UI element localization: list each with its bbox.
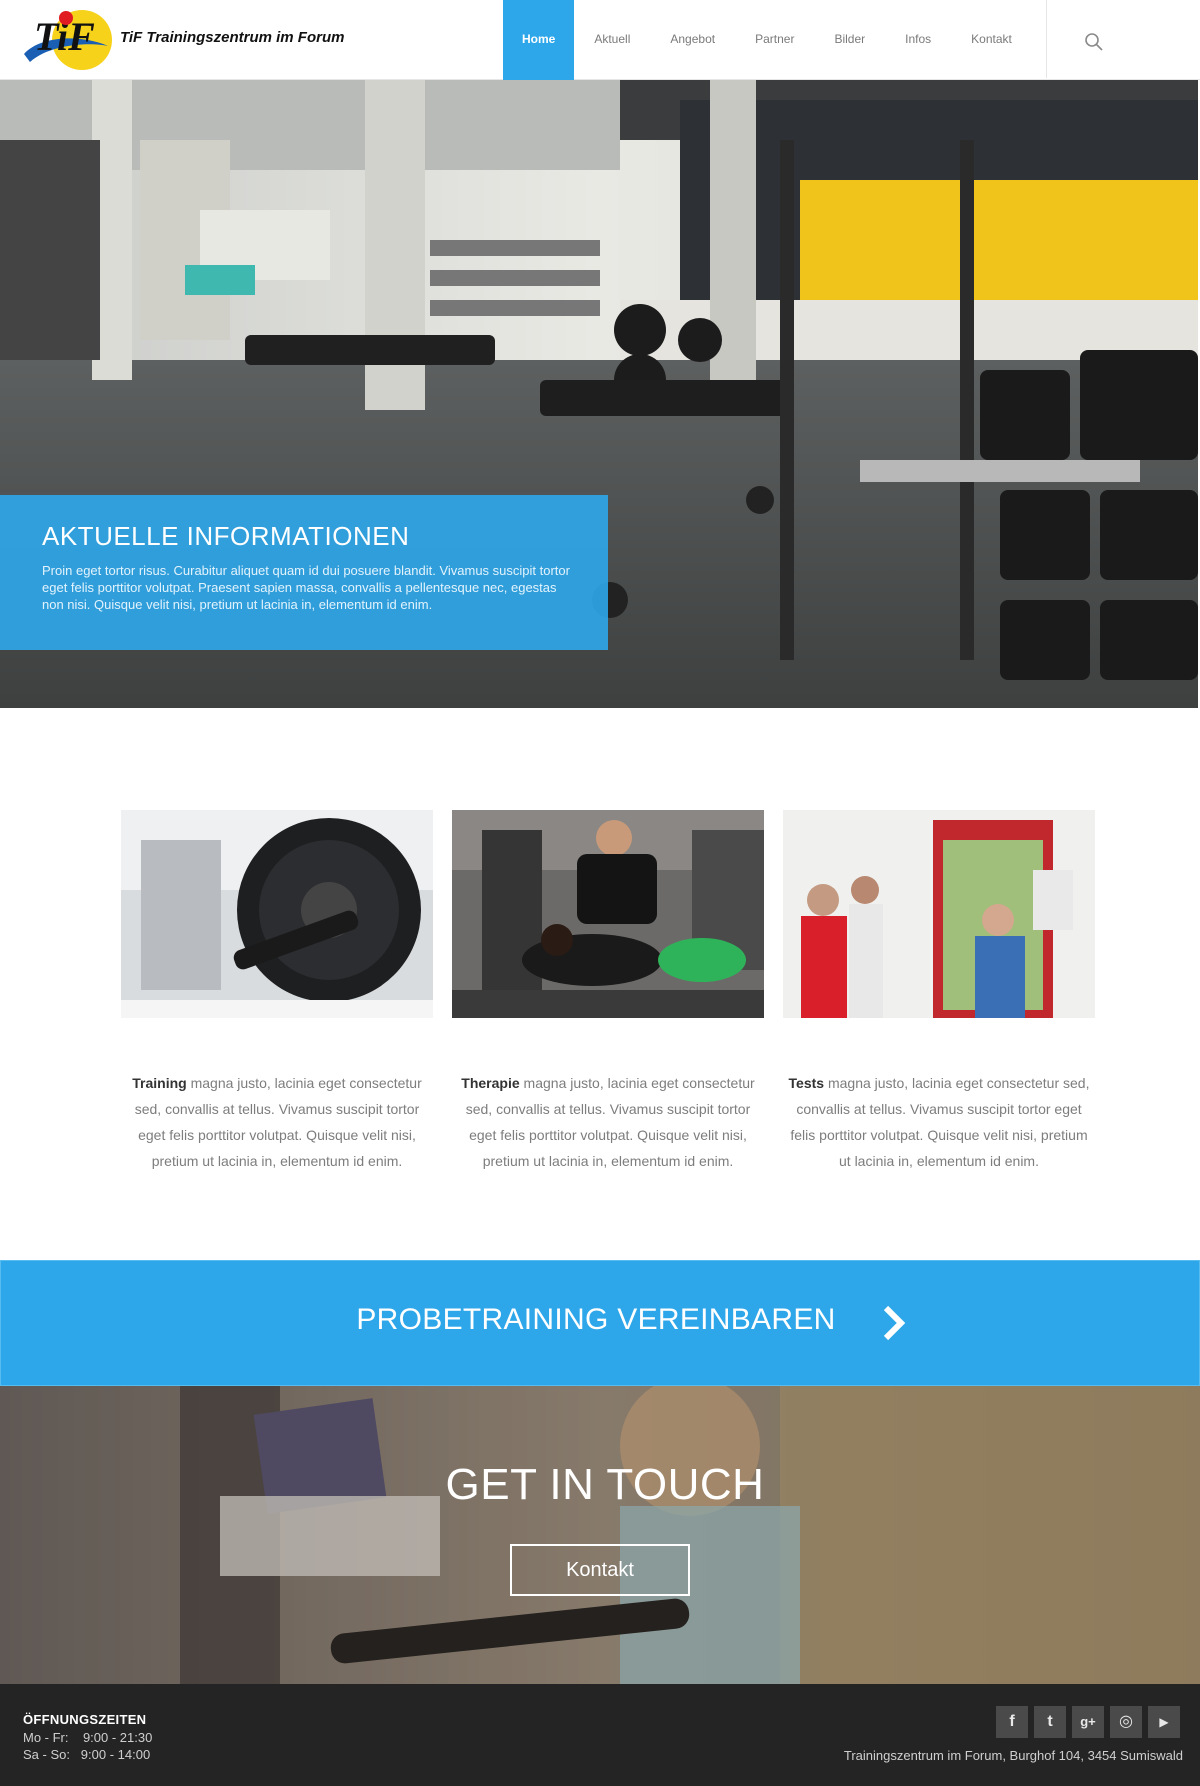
therapie-image[interactable] <box>452 810 764 1018</box>
kontakt-button[interactable]: Kontakt <box>510 1544 690 1596</box>
brand-name[interactable]: TiF Trainingszentrum im Forum <box>120 29 344 46</box>
footer-address: Trainingszentrum im Forum, Burghof 104, … <box>843 1748 1183 1763</box>
hero-text: Proin eget tortor risus. Curabitur aliqu… <box>42 563 570 612</box>
hero-title: AKTUELLE INFORMATIONEN <box>42 521 410 551</box>
get-in-touch-section: GET IN TOUCH Kontakt <box>0 1386 1200 1684</box>
feature-text-tests: Tests magna justo, lacinia eget consecte… <box>783 1070 1095 1174</box>
feature-text-training: Training magna justo, lacinia eget conse… <box>121 1070 433 1174</box>
chevron-right-icon <box>883 1305 906 1341</box>
feature-tests: Tests magna justo, lacinia eget consecte… <box>783 810 1095 1169</box>
nav-kontakt[interactable]: Kontakt <box>951 0 1032 80</box>
nav-home[interactable]: Home <box>503 0 575 80</box>
feature-desc-tests: magna justo, lacinia eget consectetur se… <box>790 1075 1090 1169</box>
hero-info-box: AKTUELLE INFORMATIONEN Proin eget tortor… <box>0 495 608 650</box>
nav-infos[interactable]: Infos <box>885 0 951 80</box>
site-header: TiF TiF Trainingszentrum im Forum Home A… <box>0 0 1200 80</box>
google-plus-icon[interactable]: g+ <box>1072 1706 1104 1738</box>
twitter-icon[interactable]: t <box>1034 1706 1066 1738</box>
facebook-icon[interactable]: f <box>996 1706 1028 1738</box>
touch-title: GET IN TOUCH <box>445 1460 765 1509</box>
probetraining-cta[interactable]: PROBETRAINING VEREINBAREN <box>0 1260 1200 1386</box>
social-links: f t g+ ◎ ▶ <box>996 1706 1180 1738</box>
hero-section: AKTUELLE INFORMATIONEN Proin eget tortor… <box>0 80 1198 708</box>
hours-weekend: Sa - So: 9:00 - 14:00 <box>23 1747 151 1762</box>
feature-text-therapie: Therapie magna justo, lacinia eget conse… <box>452 1070 764 1174</box>
hours-title: ÖFFNUNGSZEITEN <box>23 1712 147 1727</box>
nav-bilder[interactable]: Bilder <box>814 0 885 80</box>
nav-partner[interactable]: Partner <box>735 0 814 80</box>
nav-aktuell[interactable]: Aktuell <box>574 0 650 80</box>
nav-angebot[interactable]: Angebot <box>650 0 735 80</box>
hours-weekday: Mo - Fr: 9:00 - 21:30 <box>23 1730 153 1745</box>
site-footer: ÖFFNUNGSZEITEN Mo - Fr: 9:00 - 21:30 Sa … <box>0 1684 1200 1786</box>
main-nav: Home Aktuell Angebot Partner Bilder Info… <box>503 0 1032 80</box>
tests-image[interactable] <box>783 810 1095 1018</box>
youtube-icon[interactable]: ▶ <box>1148 1706 1180 1738</box>
tif-logo[interactable]: TiF <box>20 6 112 72</box>
instagram-icon[interactable]: ◎ <box>1110 1706 1142 1738</box>
feature-therapie: Therapie magna justo, lacinia eget conse… <box>452 810 764 1169</box>
search-icon[interactable] <box>1084 32 1104 52</box>
touch-background-image <box>0 1386 1200 1684</box>
training-image[interactable] <box>121 810 433 1018</box>
feature-label-therapie: Therapie <box>461 1075 520 1091</box>
feature-training: Training magna justo, lacinia eget conse… <box>121 810 433 1169</box>
feature-label-tests: Tests <box>788 1075 825 1091</box>
nav-divider <box>1046 0 1047 78</box>
cta-label: PROBETRAINING VEREINBAREN <box>356 1303 836 1336</box>
feature-label-training: Training <box>132 1075 187 1091</box>
